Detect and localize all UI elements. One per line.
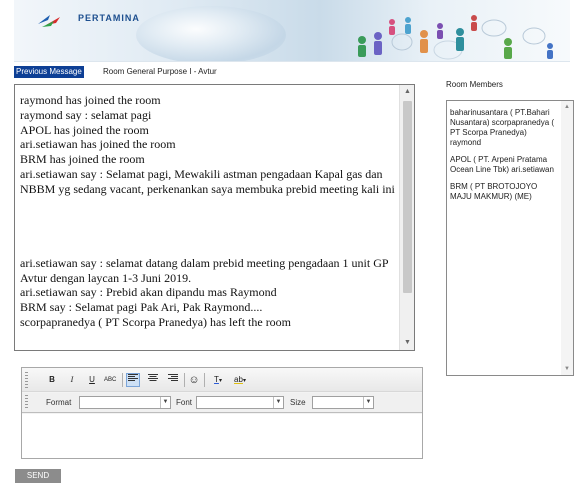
italic-button[interactable]: I [66, 373, 78, 387]
align-right-button[interactable] [166, 373, 180, 387]
chevron-down-icon[interactable]: ▼ [273, 397, 283, 408]
chat-message [20, 197, 398, 212]
chat-message: BRM say : Selamat pagi Pak Ari, Pak Raym… [20, 300, 263, 315]
chat-message: APOL has joined the room [20, 122, 149, 137]
font-select[interactable]: ▼ [196, 396, 284, 409]
chat-message: ari.setiawan say : Prebid akan dipandu m… [20, 285, 277, 300]
member-entry[interactable]: APOL ( PT. Arpeni Pratama Ocean Line Tbk… [450, 155, 558, 175]
toolbar-separator [184, 373, 185, 387]
message-editor[interactable]: B I U ABC ☺ T▾ ab▾ Format ▼ Font ▼ Size … [21, 367, 423, 459]
formatting-toolbar: B I U ABC ☺ T▾ ab▾ [22, 368, 422, 392]
brand-name: PERTAMINA [78, 13, 140, 23]
format-label: Format [46, 398, 72, 407]
align-center-icon [148, 374, 158, 381]
chat-scrollbar[interactable]: ▲ ▼ [399, 85, 414, 350]
chat-message: scorpapranedya ( PT Scorpa Pranedya) has… [20, 314, 292, 329]
emoji-button[interactable]: ☺ [188, 373, 200, 387]
size-select[interactable]: ▼ [312, 396, 374, 409]
room-title: Room General Purpose I - Avtur [103, 67, 217, 76]
header-banner: PERTAMINA [14, 0, 570, 62]
text-color-button[interactable]: T▾ [208, 373, 228, 387]
chevron-down-icon[interactable]: ▼ [160, 397, 170, 408]
people-network-graphic [358, 15, 553, 60]
chat-messages: raymond has joined the room raymond say … [20, 93, 398, 349]
chat-message [20, 241, 398, 256]
member-entry[interactable]: BRM ( PT BROTOJOYO MAJU MAKMUR) (ME) [450, 182, 558, 202]
align-left-icon [128, 374, 138, 381]
scroll-down-icon[interactable]: ▼ [400, 336, 415, 350]
toolbar-separator [204, 373, 205, 387]
message-input[interactable] [22, 414, 422, 458]
align-center-button[interactable] [146, 373, 160, 387]
chat-message [20, 226, 398, 241]
scroll-up-icon[interactable]: ▲ [561, 101, 573, 113]
scrollbar-thumb[interactable] [403, 101, 412, 293]
chat-message [20, 211, 398, 226]
font-label: Font [176, 398, 193, 407]
chat-message: raymond has joined the room [20, 93, 161, 107]
scroll-down-icon[interactable]: ▼ [561, 363, 573, 375]
font-toolbar: Format ▼ Font ▼ Size ▼ [22, 393, 422, 413]
toolbar-grip-icon [25, 395, 28, 409]
pertamina-logo [38, 15, 60, 27]
chevron-down-icon[interactable]: ▼ [363, 397, 373, 408]
member-entry[interactable]: baharinusantara ( PT.Bahari Nusantara) s… [450, 108, 558, 148]
format-select[interactable]: ▼ [79, 396, 171, 409]
highlight-icon: ab [234, 375, 243, 384]
highlight-button[interactable]: ab▾ [230, 373, 250, 387]
strikethrough-button[interactable]: ABC [104, 373, 116, 387]
chat-message: BRM has joined the room [20, 152, 145, 167]
tab-previous-message[interactable]: Previous Message [14, 66, 84, 78]
room-members-list[interactable]: baharinusantara ( PT.Bahari Nusantara) s… [446, 100, 574, 376]
room-members-title: Room Members [446, 80, 503, 89]
globe-graphic [136, 6, 286, 61]
size-label: Size [290, 398, 306, 407]
align-right-icon [168, 374, 178, 381]
chat-message: ari.setiawan has joined the room [20, 137, 176, 152]
align-left-button[interactable] [126, 373, 140, 387]
underline-button[interactable]: U [86, 373, 98, 387]
chat-message: ari.setiawan say : Selamat pagi, Mewakil… [20, 166, 395, 196]
chat-message: ari.setiawan say : selamat datang dalam … [20, 255, 391, 285]
chat-message: raymond say : selamat pagi [20, 107, 152, 122]
members-scrollbar[interactable]: ▲ ▼ [561, 101, 573, 375]
chat-log[interactable]: raymond has joined the room raymond say … [14, 84, 415, 351]
toolbar-separator [122, 373, 123, 387]
send-button[interactable]: SEND [15, 469, 61, 483]
bold-button[interactable]: B [46, 373, 58, 387]
scroll-up-icon[interactable]: ▲ [400, 85, 415, 99]
toolbar-grip-icon [25, 372, 28, 388]
